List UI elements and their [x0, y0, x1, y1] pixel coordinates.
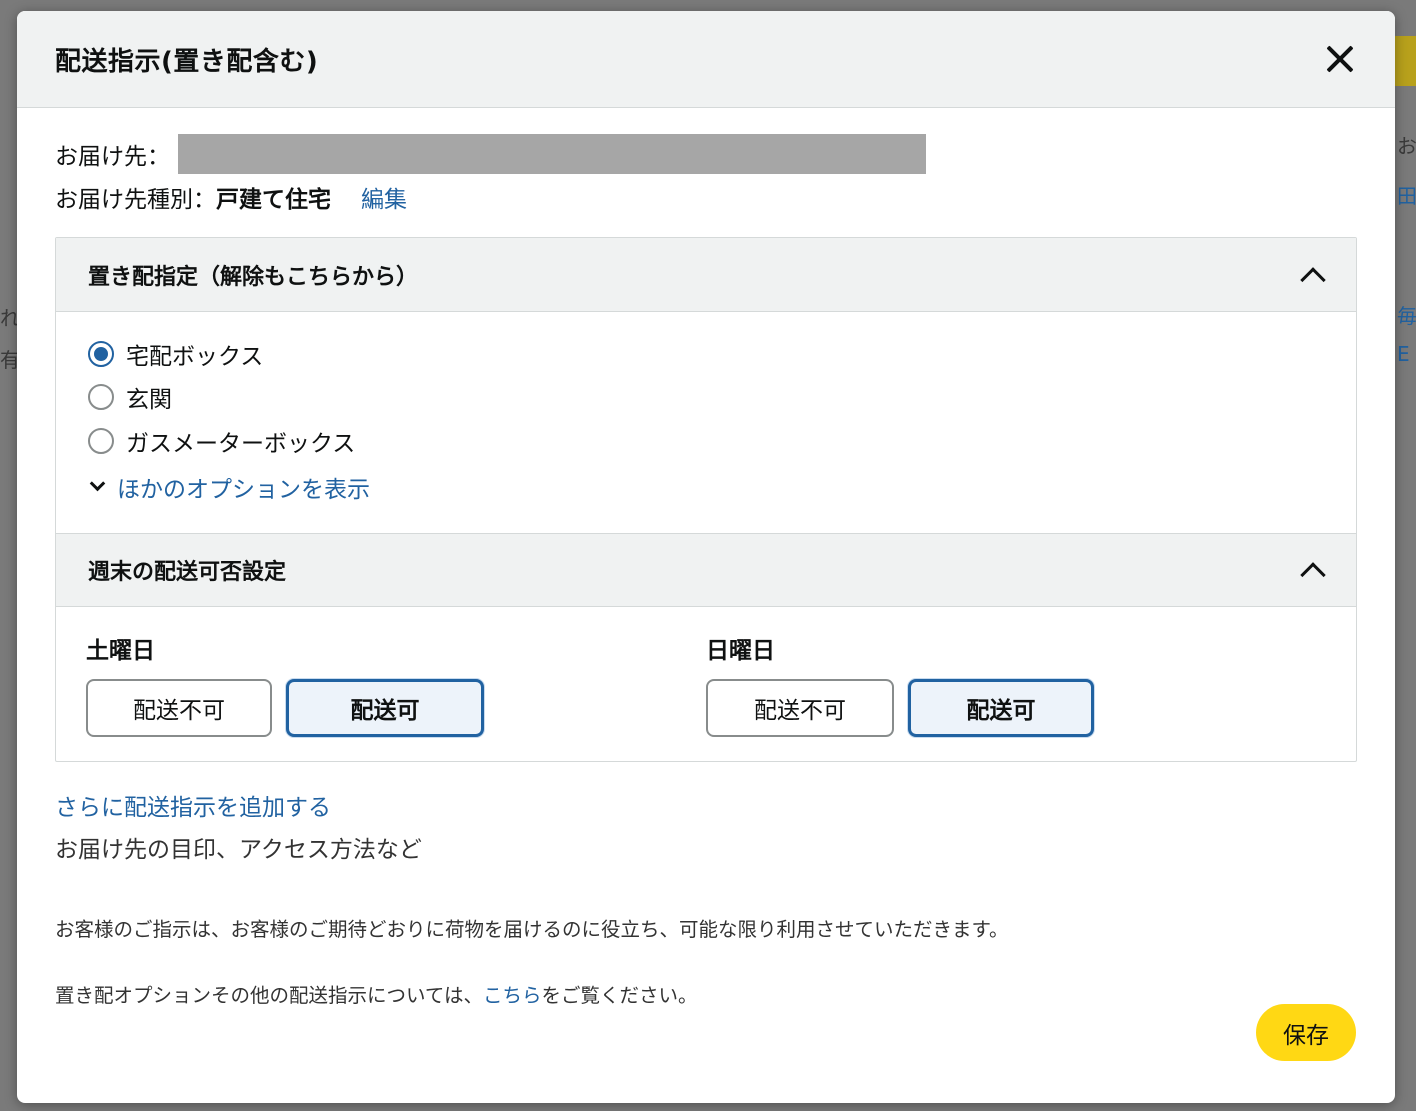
save-button[interactable]: 保存: [1256, 1004, 1356, 1061]
radio-label: ガスメーターボックス: [126, 430, 356, 457]
saturday-toggle-group: 配送不可 配送可: [86, 678, 706, 737]
destination-type-value: 戸建て住宅: [216, 187, 331, 213]
sunday-available-button[interactable]: 配送可: [908, 678, 1094, 737]
redacted-address: [178, 134, 926, 174]
show-more-options-link[interactable]: ほかのオプションを表示: [117, 470, 370, 504]
radio-option-gas-meter-box[interactable]: ガスメーターボックス: [88, 419, 1324, 463]
radio-button[interactable]: [88, 427, 114, 454]
chevron-up-icon[interactable]: [1300, 561, 1326, 588]
chevron-down-icon: [89, 475, 106, 492]
weekend-section-header[interactable]: 週末の配送可否設定: [56, 532, 1356, 607]
radio-label: 玄関: [126, 387, 172, 414]
modal-header: 配送指示(置き配含む): [17, 11, 1395, 108]
instructions-note: お客様のご指示は、お客様のご期待どおりに荷物を届けるのに役立ち、可能な限り利用さ…: [55, 918, 1009, 941]
sunday-label: 日曜日: [706, 637, 775, 664]
saturday-column: 土曜日 配送不可 配送可: [86, 631, 706, 737]
add-more-instructions-link[interactable]: さらに配送指示を追加する: [55, 786, 1357, 824]
background-link-fragment: E: [1397, 342, 1410, 366]
weekend-settings: 土曜日 配送不可 配送可 日曜日 配送不可 配送可: [56, 607, 1356, 761]
destination-label: お届け先：: [55, 144, 170, 170]
background-link-fragment: 田: [1397, 184, 1416, 208]
destination-type-label: お届け先種別：: [55, 187, 216, 213]
radio-button[interactable]: [88, 340, 114, 367]
sunday-column: 日曜日 配送不可 配送可: [706, 631, 1326, 737]
radio-option-entrance[interactable]: 玄関: [88, 376, 1324, 420]
weekend-header-label: 週末の配送可否設定: [88, 559, 287, 585]
safe-place-section-header[interactable]: 置き配指定（解除もこちらから）: [56, 238, 1356, 312]
saturday-label: 土曜日: [86, 637, 155, 664]
modal-title: 配送指示(置き配含む): [55, 46, 319, 77]
radio-option-delivery-box[interactable]: 宅配ボックス: [88, 332, 1324, 376]
chevron-up-icon[interactable]: [1300, 266, 1326, 293]
here-link[interactable]: こちら: [483, 979, 542, 1008]
destination-row: お届け先：: [55, 133, 1357, 175]
close-icon[interactable]: [1325, 44, 1355, 74]
note-prefix: 置き配オプションその他の配送指示については、: [55, 984, 484, 1007]
background-link-fragment: 毎: [1397, 304, 1416, 328]
instructions-panel: 置き配指定（解除もこちらから） 宅配ボックス 玄関 ガスメーターボックス ほかの…: [55, 237, 1357, 762]
radio-label: 宅配ボックス: [126, 343, 264, 370]
destination-type-row: お届け先種別： 戸建て住宅 編集: [55, 175, 1357, 219]
note-suffix: をご覧ください。: [541, 984, 698, 1007]
edit-link[interactable]: 編集: [361, 180, 407, 214]
sunday-unavailable-button[interactable]: 配送不可: [706, 678, 894, 737]
background-text-fragment: お: [1397, 134, 1416, 158]
show-more-options[interactable]: ほかのオプションを表示: [88, 463, 1324, 511]
sunday-toggle-group: 配送不可 配送可: [706, 678, 1326, 737]
safe-place-header-label: 置き配指定（解除もこちらから）: [88, 264, 419, 290]
saturday-available-button[interactable]: 配送可: [286, 678, 484, 737]
delivery-instructions-modal: 配送指示(置き配含む) お届け先： お届け先種別： 戸建て住宅 編集 置き配指定…: [17, 11, 1395, 1103]
saturday-unavailable-button[interactable]: 配送不可: [86, 678, 272, 737]
add-more-instructions-subtext: お届け先の目印、アクセス方法など: [55, 836, 422, 863]
safe-place-options: 宅配ボックス 玄関 ガスメーターボックス ほかのオプションを表示: [56, 312, 1356, 533]
radio-button[interactable]: [88, 384, 114, 411]
safe-place-info-note: 置き配オプションその他の配送指示については、 こちら をご覧ください。: [55, 978, 1357, 1010]
